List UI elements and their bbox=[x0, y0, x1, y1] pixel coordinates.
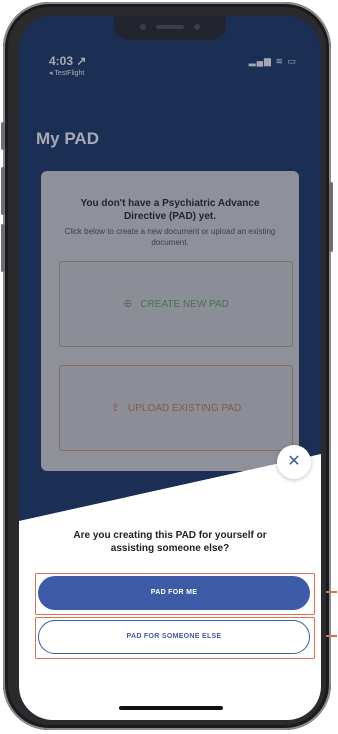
app-screen: 4:03 ↗ ◂ TestFlight ▂▄▆ ≋ ▭ My PAD You d… bbox=[19, 16, 321, 720]
volume-down-button bbox=[1, 224, 5, 272]
callout-line-secondary bbox=[326, 635, 337, 637]
phone-frame: 4:03 ↗ ◂ TestFlight ▂▄▆ ≋ ▭ My PAD You d… bbox=[1, 2, 333, 730]
close-sheet-button[interactable]: ✕ bbox=[277, 445, 311, 479]
mute-switch bbox=[1, 122, 5, 150]
sheet-question: Are you creating this PAD for yourself o… bbox=[73, 530, 267, 554]
callout-line-primary bbox=[326, 591, 337, 593]
pad-for-someone-else-button[interactable]: PAD FOR SOMEONE ELSE bbox=[38, 620, 310, 654]
close-icon: ✕ bbox=[287, 453, 301, 470]
pad-for-me-button[interactable]: PAD FOR ME bbox=[38, 576, 310, 610]
power-button bbox=[329, 182, 333, 252]
volume-up-button bbox=[1, 167, 5, 215]
home-indicator[interactable] bbox=[119, 706, 223, 710]
